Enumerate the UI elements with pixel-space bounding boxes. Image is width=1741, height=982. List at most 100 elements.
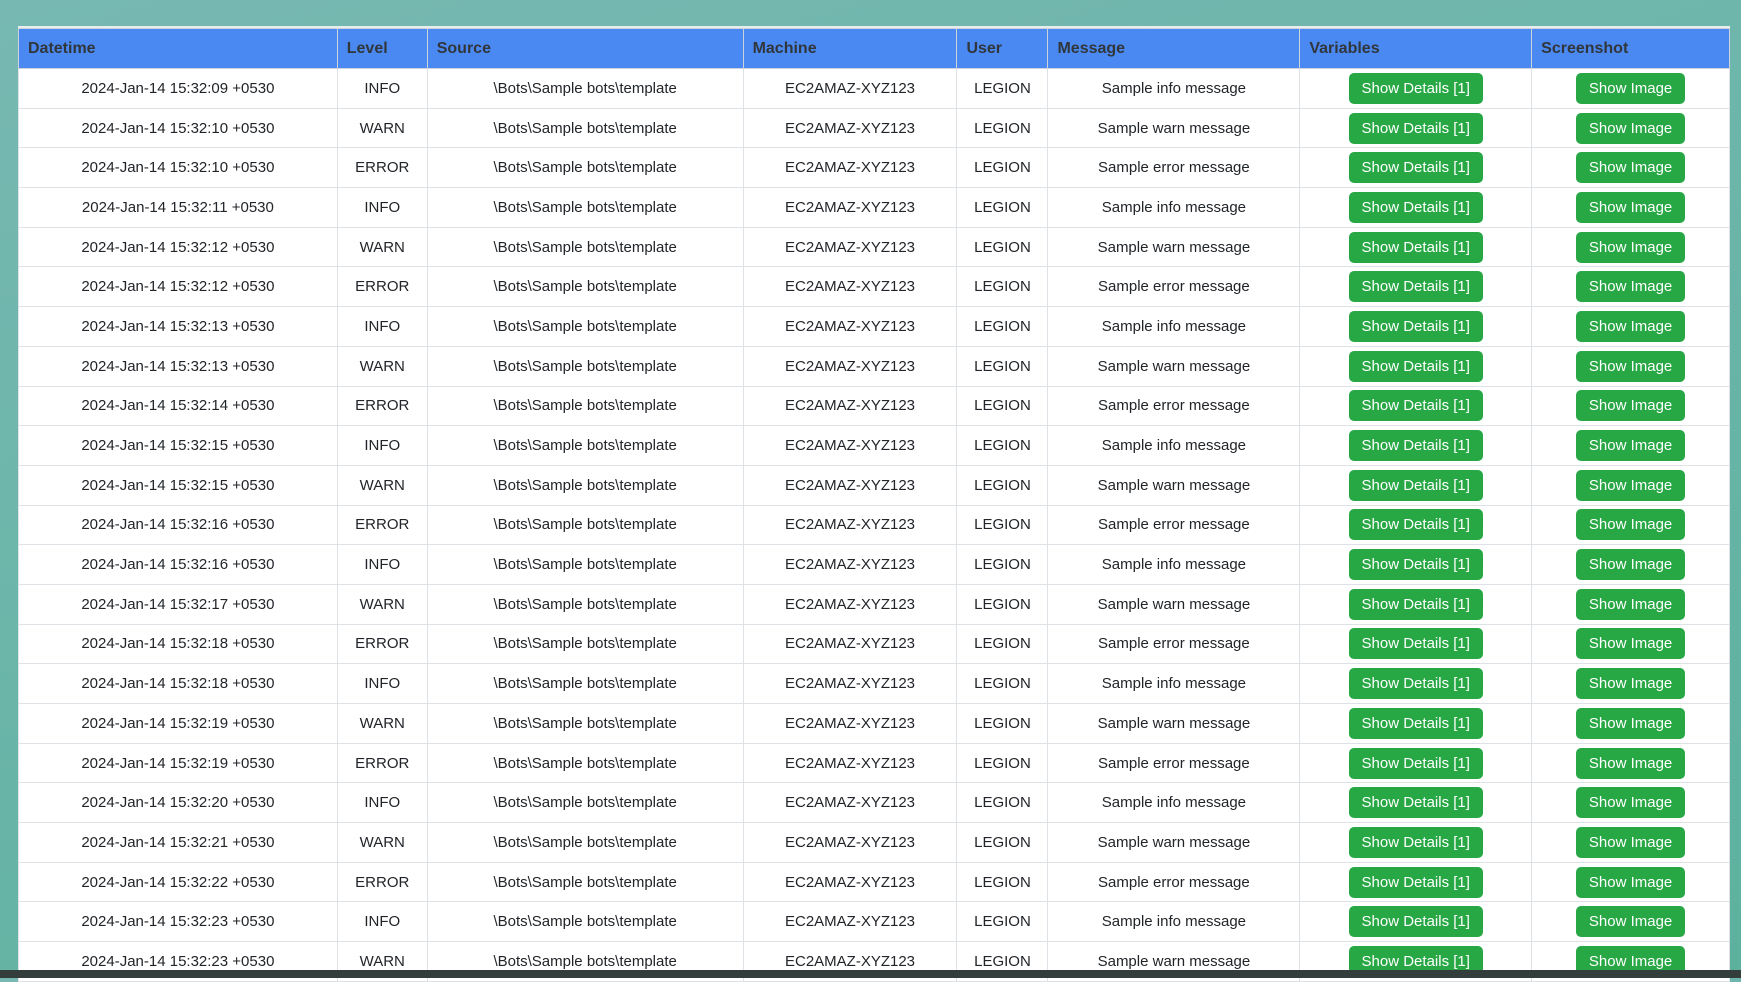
show-image-button[interactable]: Show Image: [1575, 390, 1686, 422]
show-image-button[interactable]: Show Image: [1575, 191, 1686, 223]
variables-cell: Show Details [1]: [1299, 187, 1533, 228]
variables-cell: Show Details [1]: [1299, 107, 1533, 149]
level-cell: INFO: [336, 544, 428, 585]
user-cell: LEGION: [956, 544, 1049, 585]
show-image-button[interactable]: Show Image: [1575, 866, 1686, 898]
show-image-button[interactable]: Show Image: [1575, 350, 1686, 382]
show-image-button[interactable]: Show Image: [1575, 668, 1686, 700]
column-header-level: Level: [336, 28, 428, 69]
show-details-button[interactable]: Show Details [1]: [1348, 231, 1483, 263]
source-cell: \Bots\Sample bots\template: [426, 385, 744, 427]
variables-cell: Show Details [1]: [1299, 226, 1533, 268]
show-details-button[interactable]: Show Details [1]: [1348, 112, 1483, 144]
show-details-button[interactable]: Show Details [1]: [1348, 271, 1483, 303]
show-image-button[interactable]: Show Image: [1575, 826, 1686, 858]
variables-cell: Show Details [1]: [1299, 861, 1533, 903]
show-image-button[interactable]: Show Image: [1575, 231, 1686, 263]
show-details-button[interactable]: Show Details [1]: [1348, 826, 1483, 858]
message-cell: Sample warn message: [1047, 583, 1301, 625]
user-cell: LEGION: [956, 623, 1049, 665]
datetime-cell: 2024-Jan-14 15:32:16 +0530: [18, 544, 338, 585]
show-details-button[interactable]: Show Details [1]: [1348, 350, 1483, 382]
show-image-button[interactable]: Show Image: [1575, 72, 1686, 104]
table-row: 2024-Jan-14 15:32:22 +0530 ERROR \Bots\Sam…: [18, 861, 1730, 903]
source-cell: \Bots\Sample bots\template: [426, 107, 744, 149]
user-cell: LEGION: [956, 226, 1049, 268]
show-details-button[interactable]: Show Details [1]: [1348, 668, 1483, 700]
show-details-button[interactable]: Show Details [1]: [1348, 866, 1483, 898]
show-details-button[interactable]: Show Details [1]: [1348, 707, 1483, 739]
variables-cell: Show Details [1]: [1299, 742, 1533, 784]
show-details-button[interactable]: Show Details [1]: [1348, 549, 1483, 581]
source-cell: \Bots\Sample bots\template: [426, 425, 744, 466]
screenshot-cell: Show Image: [1531, 345, 1730, 387]
screenshot-cell: Show Image: [1531, 822, 1730, 863]
show-details-button[interactable]: Show Details [1]: [1348, 906, 1483, 938]
datetime-cell: 2024-Jan-14 15:32:19 +0530: [18, 703, 338, 744]
show-details-button[interactable]: Show Details [1]: [1348, 152, 1483, 184]
user-cell: LEGION: [956, 385, 1049, 427]
show-image-button[interactable]: Show Image: [1575, 271, 1686, 303]
variables-cell: Show Details [1]: [1299, 385, 1533, 427]
machine-cell: EC2AMAZ-XYZ123: [742, 663, 958, 704]
level-cell: ERROR: [336, 623, 428, 665]
screenshot-cell: Show Image: [1531, 187, 1730, 228]
message-cell: Sample warn message: [1047, 703, 1301, 744]
datetime-cell: 2024-Jan-14 15:32:13 +0530: [18, 345, 338, 387]
show-image-button[interactable]: Show Image: [1575, 509, 1686, 541]
show-details-button[interactable]: Show Details [1]: [1348, 509, 1483, 541]
variables-cell: Show Details [1]: [1299, 464, 1533, 506]
column-header-message: Message: [1047, 28, 1301, 69]
datetime-cell: 2024-Jan-14 15:32:21 +0530: [18, 822, 338, 863]
show-image-button[interactable]: Show Image: [1575, 549, 1686, 581]
table-row: 2024-Jan-14 15:32:16 +0530 ERROR \Bots\Sam…: [18, 504, 1730, 546]
user-cell: LEGION: [956, 425, 1049, 466]
show-image-button[interactable]: Show Image: [1575, 787, 1686, 819]
log-table-container: Datetime Level Source Machine User Message Var…: [18, 26, 1730, 982]
show-image-button[interactable]: Show Image: [1575, 747, 1686, 779]
screenshot-cell: Show Image: [1531, 107, 1730, 149]
user-cell: LEGION: [956, 861, 1049, 903]
show-image-button[interactable]: Show Image: [1575, 588, 1686, 620]
show-image-button[interactable]: Show Image: [1575, 906, 1686, 938]
machine-cell: EC2AMAZ-XYZ123: [742, 187, 958, 228]
show-details-button[interactable]: Show Details [1]: [1348, 588, 1483, 620]
show-image-button[interactable]: Show Image: [1575, 707, 1686, 739]
column-header-screenshot: Screenshot: [1531, 28, 1730, 69]
datetime-cell: 2024-Jan-14 15:32:12 +0530: [18, 266, 338, 308]
show-image-button[interactable]: Show Image: [1575, 310, 1686, 342]
source-cell: \Bots\Sample bots\template: [426, 703, 744, 744]
show-details-button[interactable]: Show Details [1]: [1348, 72, 1483, 104]
column-header-source: Source: [426, 28, 744, 69]
show-image-button[interactable]: Show Image: [1575, 628, 1686, 660]
show-image-button[interactable]: Show Image: [1575, 469, 1686, 501]
show-image-button[interactable]: Show Image: [1575, 112, 1686, 144]
show-details-button[interactable]: Show Details [1]: [1348, 628, 1483, 660]
show-image-button[interactable]: Show Image: [1575, 430, 1686, 462]
screenshot-cell: Show Image: [1531, 504, 1730, 546]
show-details-button[interactable]: Show Details [1]: [1348, 747, 1483, 779]
user-cell: LEGION: [956, 504, 1049, 546]
datetime-cell: 2024-Jan-14 15:32:15 +0530: [18, 425, 338, 466]
message-cell: Sample error message: [1047, 861, 1301, 903]
screenshot-cell: Show Image: [1531, 266, 1730, 308]
table-row: 2024-Jan-14 15:32:16 +0530 INFO \Bots\Samp…: [18, 544, 1730, 585]
machine-cell: EC2AMAZ-XYZ123: [742, 147, 958, 189]
screenshot-cell: Show Image: [1531, 583, 1730, 625]
source-cell: \Bots\Sample bots\template: [426, 861, 744, 903]
show-details-button[interactable]: Show Details [1]: [1348, 430, 1483, 462]
show-details-button[interactable]: Show Details [1]: [1348, 390, 1483, 422]
show-details-button[interactable]: Show Details [1]: [1348, 191, 1483, 223]
show-details-button[interactable]: Show Details [1]: [1348, 310, 1483, 342]
source-cell: \Bots\Sample bots\template: [426, 147, 744, 189]
variables-cell: Show Details [1]: [1299, 583, 1533, 625]
table-row: 2024-Jan-14 15:32:11 +0530 INFO \Bots\Samp…: [18, 187, 1730, 228]
show-image-button[interactable]: Show Image: [1575, 152, 1686, 184]
variables-cell: Show Details [1]: [1299, 504, 1533, 546]
source-cell: \Bots\Sample bots\template: [426, 226, 744, 268]
show-details-button[interactable]: Show Details [1]: [1348, 469, 1483, 501]
source-cell: \Bots\Sample bots\template: [426, 187, 744, 228]
machine-cell: EC2AMAZ-XYZ123: [742, 464, 958, 506]
show-details-button[interactable]: Show Details [1]: [1348, 787, 1483, 819]
level-cell: WARN: [336, 107, 428, 149]
